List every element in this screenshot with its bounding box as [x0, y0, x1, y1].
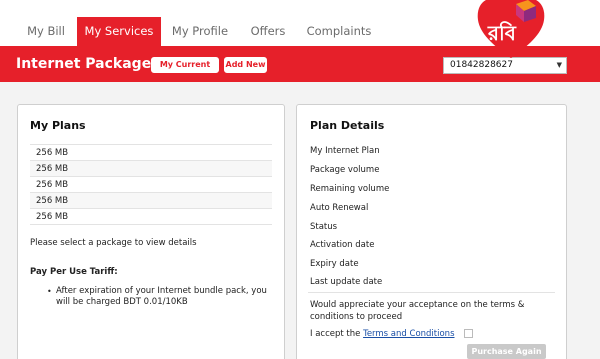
details-divider [308, 292, 555, 293]
brand-logo[interactable]: রবি [476, 0, 546, 58]
detail-my-internet-plan: My Internet Plan [310, 146, 380, 156]
plan-item[interactable]: 256 MB [30, 176, 272, 192]
tab-complaints[interactable]: Complaints [302, 17, 376, 46]
detail-activation-date: Activation date [310, 240, 375, 250]
my-current-plan-button[interactable]: My Current Plan [151, 57, 219, 83]
plan-item[interactable]: 256 MB [30, 208, 272, 224]
detail-remaining-volume: Remaining volume [310, 184, 390, 194]
plan-item[interactable]: 256 MB [30, 192, 272, 208]
chevron-down-icon: ▼ [556, 61, 562, 69]
plan-details-title: Plan Details [310, 119, 385, 132]
number-select[interactable]: 01842828627 ▼ [443, 57, 567, 74]
tab-my-services[interactable]: My Services [77, 17, 161, 46]
plan-item[interactable]: 256 MB [30, 160, 272, 176]
detail-status: Status [310, 222, 338, 232]
select-package-prompt: Please select a package to view details [30, 238, 197, 248]
my-plans-panel [17, 104, 285, 359]
detail-last-update-date: Last update date [310, 277, 383, 287]
tariff-text: After expiration of your Internet bundle… [56, 286, 267, 307]
accept-terms-label: I accept the Terms and Conditions [310, 329, 455, 339]
tariff-heading: Pay Per Use Tariff: [30, 267, 118, 277]
number-select-value: 01842828627 [450, 60, 513, 70]
terms-link[interactable]: Terms and Conditions [363, 329, 454, 339]
tab-offers[interactable]: Offers [242, 17, 294, 46]
bullet-icon: • [47, 287, 52, 296]
accept-terms-checkbox[interactable] [464, 329, 473, 338]
logo-lettering: রবি [487, 21, 517, 45]
add-new-button[interactable]: Add New [224, 57, 267, 73]
accept-label-text: I accept the [310, 329, 361, 339]
my-plans-title: My Plans [30, 119, 86, 132]
detail-expiry-date: Expiry date [310, 259, 359, 269]
plans-list-divider [30, 224, 272, 225]
tab-my-profile[interactable]: My Profile [168, 17, 232, 46]
detail-auto-renewal: Auto Renewal [310, 203, 369, 213]
purchase-again-button[interactable]: Purchase Again [467, 344, 546, 359]
tab-my-bill[interactable]: My Bill [18, 17, 74, 46]
page-title: Internet Packages [16, 56, 160, 72]
terms-prompt: Would appreciate your acceptance on the … [310, 300, 525, 322]
detail-package-volume: Package volume [310, 165, 380, 175]
heart-logo-icon: রবি [477, 0, 545, 58]
plan-item[interactable]: 256 MB [30, 144, 272, 160]
